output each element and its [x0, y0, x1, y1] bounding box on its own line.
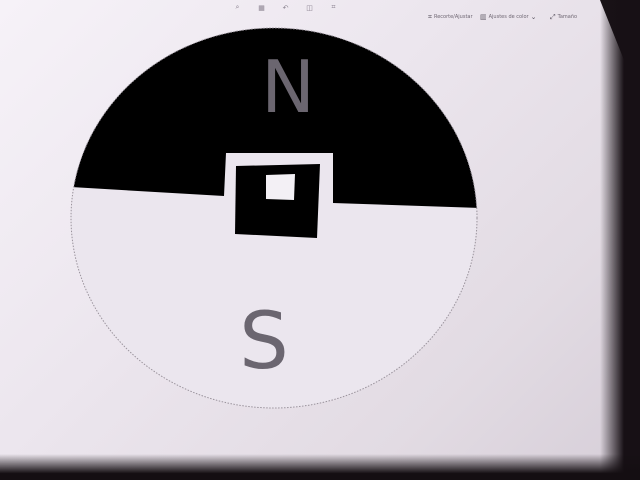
south-label: S — [239, 297, 289, 387]
magnet-diagram: N S — [70, 27, 478, 409]
screen: ⌕ ▦ ↶ ◫ ⌗ ⌗ Recorte/Ajustar ▥ Ajustes de… — [0, 0, 640, 480]
monitor-bezel-right — [600, 0, 640, 480]
center-hole — [266, 174, 295, 200]
photo-frame: ⌕ ▦ ↶ ◫ ⌗ ⌗ Recorte/Ajustar ▥ Ajustes de… — [0, 0, 640, 480]
monitor-bezel-bottom — [0, 454, 640, 480]
north-label: N — [261, 45, 315, 129]
